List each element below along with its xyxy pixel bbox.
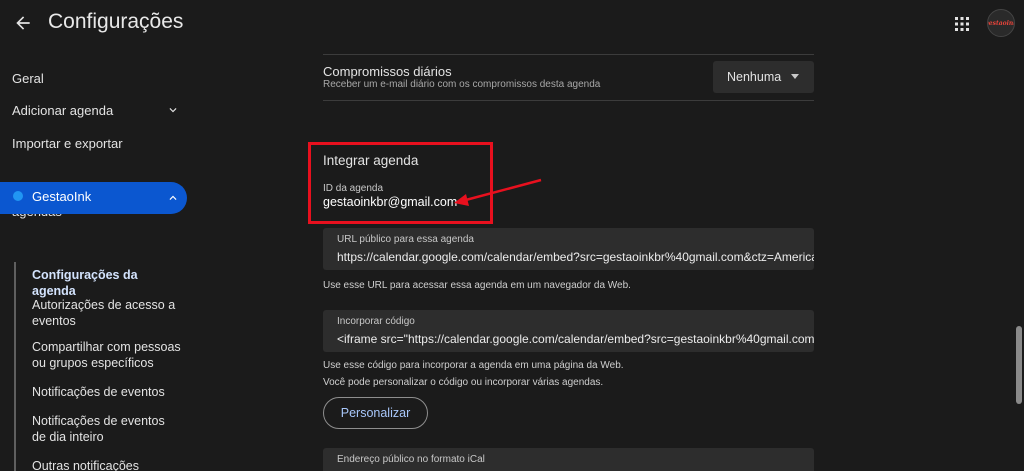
ical-field[interactable]: Endereço público no formato iCal (323, 448, 814, 471)
embed-code-help-2: Você pode personalizar o código ou incor… (323, 377, 604, 388)
sidebar-subitem-share-with-people[interactable]: Compartilhar com pessoas ou grupos espec… (32, 339, 182, 371)
sidebar-item-gestaoink-label: GestaoInk (32, 189, 92, 204)
sidebar-subitem-event-notifications[interactable]: Notificações de eventos (32, 384, 182, 400)
grid-apps-icon[interactable] (951, 13, 973, 35)
sidebar-item-import-export[interactable]: Importar e exportar (12, 135, 123, 152)
sidebar-subitem-other-notifications[interactable]: Outras notificações (32, 458, 182, 471)
public-url-field[interactable]: URL público para essa agenda https://cal… (323, 228, 814, 270)
caret-down-icon (791, 74, 799, 79)
embed-code-value[interactable]: <iframe src="https://calendar.google.com… (337, 332, 814, 346)
divider (323, 100, 814, 101)
top-app-bar: Configurações gestaoink (0, 0, 1024, 46)
embed-code-help: Use esse código para incorporar a agenda… (323, 360, 624, 371)
public-url-help: Use esse URL para acessar essa agenda em… (323, 280, 631, 291)
ical-label: Endereço público no formato iCal (337, 454, 485, 465)
sidebar-item-general[interactable]: Geral (12, 70, 44, 87)
sidebar-item-gestaoink[interactable] (0, 182, 187, 214)
sidebar-subitem-access-permissions[interactable]: Autorizações de acesso a eventos (32, 297, 182, 329)
arrow-left-icon[interactable] (10, 10, 36, 36)
scrollbar-thumb[interactable] (1016, 326, 1022, 404)
sidebar-subitem-calendar-settings[interactable]: Configurações da agenda (32, 267, 182, 299)
daily-agenda-title: Compromissos diários (323, 64, 452, 79)
sidebar-item-add-calendar[interactable]: Adicionar agenda (12, 102, 113, 119)
public-url-value[interactable]: https://calendar.google.com/calendar/emb… (337, 250, 814, 264)
select-value: Nenhuma (727, 70, 782, 84)
annotation-arrow (454, 178, 542, 206)
sub-nav-line (14, 262, 16, 471)
daily-agenda-select[interactable]: Nenhuma (713, 61, 814, 93)
embed-code-field[interactable]: Incorporar código <iframe src="https://c… (323, 310, 814, 352)
avatar-logo-text: gestaoink (988, 19, 1014, 27)
avatar[interactable]: gestaoink (987, 9, 1015, 37)
embed-code-label: Incorporar código (337, 316, 415, 327)
chevron-down-icon[interactable] (166, 103, 180, 117)
customize-button[interactable]: Personalizar (323, 397, 428, 429)
page-title: Configurações (48, 10, 184, 33)
public-url-label: URL público para essa agenda (337, 234, 474, 245)
daily-agenda-description: Receber um e-mail diário com os compromi… (323, 79, 601, 90)
chevron-up-icon[interactable] (166, 191, 180, 205)
sidebar-subitem-all-day-notifications[interactable]: Notificações de eventos de dia inteiro (32, 413, 182, 445)
calendar-color-dot (13, 191, 23, 201)
divider (323, 54, 814, 55)
